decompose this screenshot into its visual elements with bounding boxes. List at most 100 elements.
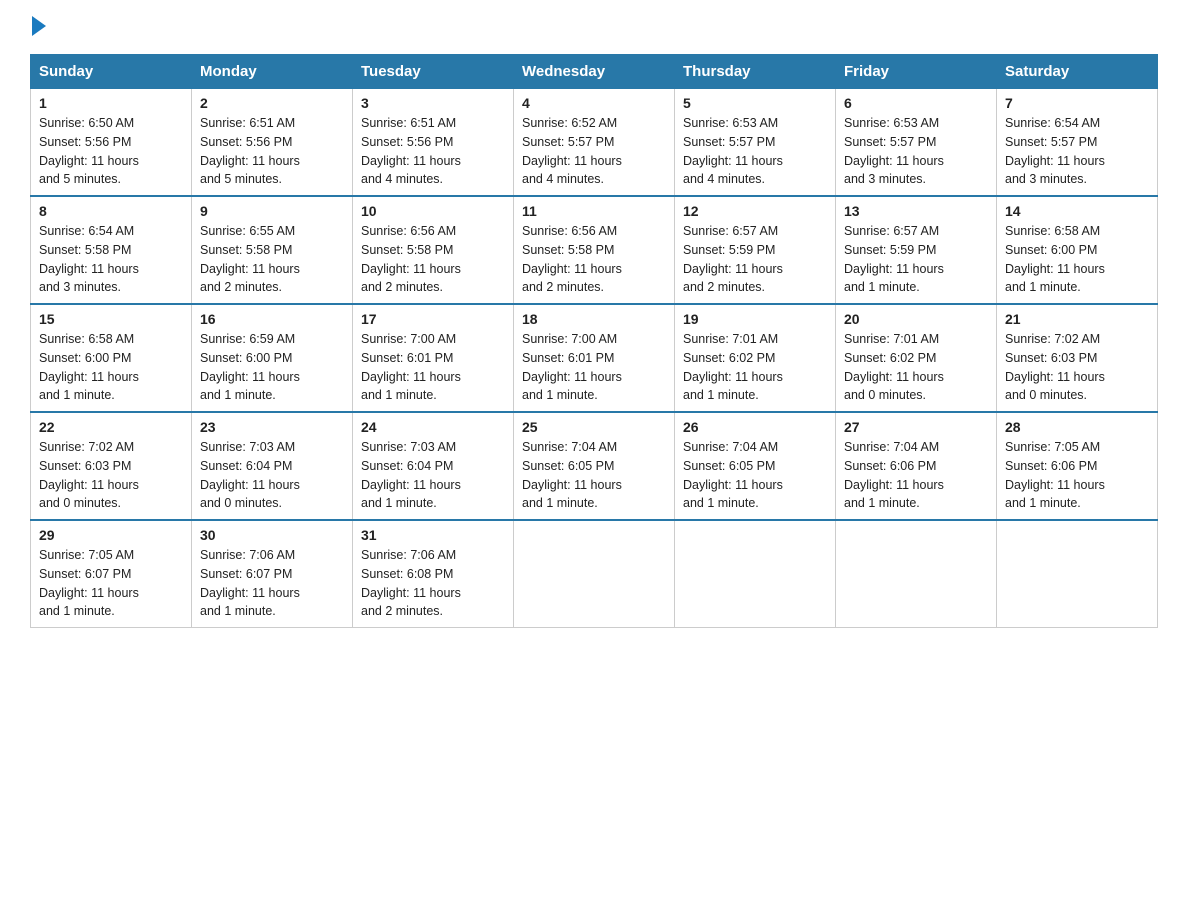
header-row: SundayMondayTuesdayWednesdayThursdayFrid… [31, 55, 1158, 89]
calendar-cell: 31 Sunrise: 7:06 AMSunset: 6:08 PMDayligh… [353, 520, 514, 628]
day-number: 15 [39, 311, 183, 327]
logo [30, 20, 46, 34]
day-info: Sunrise: 7:00 AMSunset: 6:01 PMDaylight:… [361, 330, 505, 405]
calendar-cell: 30 Sunrise: 7:06 AMSunset: 6:07 PMDayligh… [192, 520, 353, 628]
day-number: 8 [39, 203, 183, 219]
day-number: 21 [1005, 311, 1149, 327]
day-info: Sunrise: 6:54 AMSunset: 5:57 PMDaylight:… [1005, 114, 1149, 189]
day-number: 25 [522, 419, 666, 435]
week-row-1: 1Sunrise: 6:50 AMSunset: 5:56 PMDaylight… [31, 89, 1158, 197]
header-cell-thursday: Thursday [675, 55, 836, 89]
day-info: Sunrise: 7:01 AMSunset: 6:02 PMDaylight:… [844, 330, 988, 405]
calendar-cell: 11Sunrise: 6:56 AMSunset: 5:58 PMDayligh… [514, 196, 675, 304]
day-info: Sunrise: 7:05 AMSunset: 6:06 PMDaylight:… [1005, 438, 1149, 513]
header-cell-wednesday: Wednesday [514, 55, 675, 89]
day-number: 10 [361, 203, 505, 219]
week-row-3: 15 Sunrise: 6:58 AMSunset: 6:00 PMDayligh… [31, 304, 1158, 412]
day-info: Sunrise: 7:04 AMSunset: 6:06 PMDaylight:… [844, 438, 988, 513]
day-number: 29 [39, 527, 183, 543]
day-info: Sunrise: 6:59 AMSunset: 6:00 PMDaylight:… [200, 330, 344, 405]
calendar-cell: 15 Sunrise: 6:58 AMSunset: 6:00 PMDayligh… [31, 304, 192, 412]
day-number: 13 [844, 203, 988, 219]
day-info: Sunrise: 7:06 AMSunset: 6:08 PMDaylight:… [361, 546, 505, 621]
day-info: Sunrise: 6:57 AMSunset: 5:59 PMDaylight:… [844, 222, 988, 297]
calendar-cell: 9 Sunrise: 6:55 AMSunset: 5:58 PMDaylight… [192, 196, 353, 304]
calendar-cell: 3 Sunrise: 6:51 AMSunset: 5:56 PMDaylight… [353, 89, 514, 197]
calendar-cell: 22Sunrise: 7:02 AMSunset: 6:03 PMDayligh… [31, 412, 192, 520]
day-number: 18 [522, 311, 666, 327]
calendar-cell: 6 Sunrise: 6:53 AMSunset: 5:57 PMDaylight… [836, 89, 997, 197]
calendar-body: 1Sunrise: 6:50 AMSunset: 5:56 PMDaylight… [31, 89, 1158, 628]
day-number: 17 [361, 311, 505, 327]
calendar-cell: 7 Sunrise: 6:54 AMSunset: 5:57 PMDaylight… [997, 89, 1158, 197]
day-info: Sunrise: 7:00 AMSunset: 6:01 PMDaylight:… [522, 330, 666, 405]
day-info: Sunrise: 7:01 AMSunset: 6:02 PMDaylight:… [683, 330, 827, 405]
day-number: 30 [200, 527, 344, 543]
calendar-cell: 26Sunrise: 7:04 AMSunset: 6:05 PMDayligh… [675, 412, 836, 520]
day-number: 5 [683, 95, 827, 111]
calendar-cell: 2 Sunrise: 6:51 AMSunset: 5:56 PMDaylight… [192, 89, 353, 197]
day-number: 4 [522, 95, 666, 111]
day-number: 16 [200, 311, 344, 327]
calendar-cell: 16 Sunrise: 6:59 AMSunset: 6:00 PMDayligh… [192, 304, 353, 412]
header-cell-friday: Friday [836, 55, 997, 89]
calendar-cell: 5 Sunrise: 6:53 AMSunset: 5:57 PMDaylight… [675, 89, 836, 197]
day-info: Sunrise: 6:58 AMSunset: 6:00 PMDaylight:… [1005, 222, 1149, 297]
calendar-cell: 27 Sunrise: 7:04 AMSunset: 6:06 PMDayligh… [836, 412, 997, 520]
day-number: 12 [683, 203, 827, 219]
calendar-table: SundayMondayTuesdayWednesdayThursdayFrid… [30, 54, 1158, 628]
calendar-cell: 10 Sunrise: 6:56 AMSunset: 5:58 PMDayligh… [353, 196, 514, 304]
calendar-cell: 17 Sunrise: 7:00 AMSunset: 6:01 PMDayligh… [353, 304, 514, 412]
day-number: 9 [200, 203, 344, 219]
day-info: Sunrise: 6:56 AMSunset: 5:58 PMDaylight:… [522, 222, 666, 297]
day-number: 7 [1005, 95, 1149, 111]
calendar-cell: 4 Sunrise: 6:52 AMSunset: 5:57 PMDaylight… [514, 89, 675, 197]
day-info: Sunrise: 7:02 AMSunset: 6:03 PMDaylight:… [39, 438, 183, 513]
day-info: Sunrise: 6:53 AMSunset: 5:57 PMDaylight:… [683, 114, 827, 189]
calendar-cell [836, 520, 997, 628]
day-info: Sunrise: 6:53 AMSunset: 5:57 PMDaylight:… [844, 114, 988, 189]
day-info: Sunrise: 6:54 AMSunset: 5:58 PMDaylight:… [39, 222, 183, 297]
calendar-cell: 14Sunrise: 6:58 AMSunset: 6:00 PMDayligh… [997, 196, 1158, 304]
header-cell-tuesday: Tuesday [353, 55, 514, 89]
calendar-cell: 12 Sunrise: 6:57 AMSunset: 5:59 PMDayligh… [675, 196, 836, 304]
day-info: Sunrise: 6:55 AMSunset: 5:58 PMDaylight:… [200, 222, 344, 297]
day-number: 6 [844, 95, 988, 111]
calendar-cell: 24Sunrise: 7:03 AMSunset: 6:04 PMDayligh… [353, 412, 514, 520]
week-row-5: 29 Sunrise: 7:05 AMSunset: 6:07 PMDayligh… [31, 520, 1158, 628]
day-info: Sunrise: 7:05 AMSunset: 6:07 PMDaylight:… [39, 546, 183, 621]
day-number: 24 [361, 419, 505, 435]
calendar-cell: 19Sunrise: 7:01 AMSunset: 6:02 PMDayligh… [675, 304, 836, 412]
day-info: Sunrise: 6:51 AMSunset: 5:56 PMDaylight:… [361, 114, 505, 189]
calendar-header: SundayMondayTuesdayWednesdayThursdayFrid… [31, 55, 1158, 89]
day-info: Sunrise: 6:56 AMSunset: 5:58 PMDaylight:… [361, 222, 505, 297]
day-info: Sunrise: 6:57 AMSunset: 5:59 PMDaylight:… [683, 222, 827, 297]
calendar-cell: 29 Sunrise: 7:05 AMSunset: 6:07 PMDayligh… [31, 520, 192, 628]
day-number: 3 [361, 95, 505, 111]
header-cell-monday: Monday [192, 55, 353, 89]
header-cell-sunday: Sunday [31, 55, 192, 89]
calendar-cell [675, 520, 836, 628]
day-number: 27 [844, 419, 988, 435]
day-number: 28 [1005, 419, 1149, 435]
day-info: Sunrise: 7:03 AMSunset: 6:04 PMDaylight:… [200, 438, 344, 513]
day-info: Sunrise: 6:50 AMSunset: 5:56 PMDaylight:… [39, 114, 183, 189]
calendar-cell: 23 Sunrise: 7:03 AMSunset: 6:04 PMDayligh… [192, 412, 353, 520]
calendar-cell [997, 520, 1158, 628]
day-info: Sunrise: 6:51 AMSunset: 5:56 PMDaylight:… [200, 114, 344, 189]
calendar-cell: 21Sunrise: 7:02 AMSunset: 6:03 PMDayligh… [997, 304, 1158, 412]
day-number: 23 [200, 419, 344, 435]
calendar-cell: 18 Sunrise: 7:00 AMSunset: 6:01 PMDayligh… [514, 304, 675, 412]
day-info: Sunrise: 6:52 AMSunset: 5:57 PMDaylight:… [522, 114, 666, 189]
day-info: Sunrise: 7:06 AMSunset: 6:07 PMDaylight:… [200, 546, 344, 621]
week-row-4: 22Sunrise: 7:02 AMSunset: 6:03 PMDayligh… [31, 412, 1158, 520]
header-cell-saturday: Saturday [997, 55, 1158, 89]
calendar-cell: 20Sunrise: 7:01 AMSunset: 6:02 PMDayligh… [836, 304, 997, 412]
calendar-cell [514, 520, 675, 628]
calendar-cell: 28 Sunrise: 7:05 AMSunset: 6:06 PMDayligh… [997, 412, 1158, 520]
day-number: 31 [361, 527, 505, 543]
day-info: Sunrise: 6:58 AMSunset: 6:00 PMDaylight:… [39, 330, 183, 405]
logo-arrow-icon [32, 16, 46, 36]
calendar-cell: 25Sunrise: 7:04 AMSunset: 6:05 PMDayligh… [514, 412, 675, 520]
day-number: 2 [200, 95, 344, 111]
